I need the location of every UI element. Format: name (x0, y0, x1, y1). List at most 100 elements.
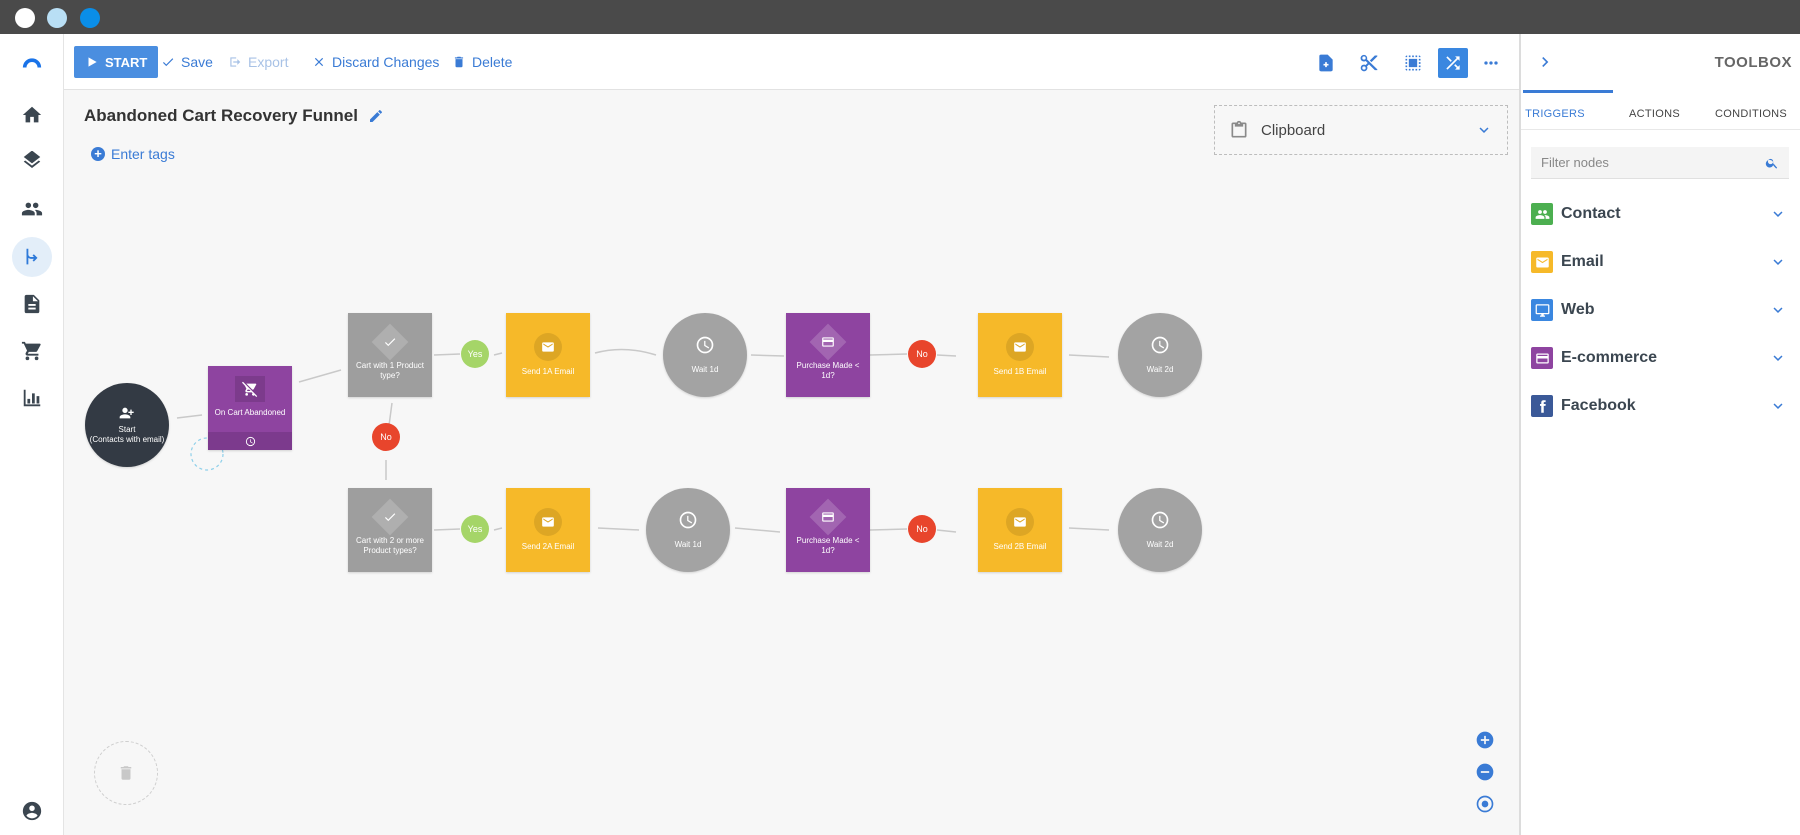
start-label: START (105, 54, 148, 70)
editor-toolbar: START Save Export Discard Changes Delete (64, 34, 1519, 90)
layers-icon[interactable] (12, 142, 52, 182)
start-button[interactable]: START (74, 46, 159, 78)
tab-actions[interactable]: ACTIONS (1629, 108, 1680, 120)
toolbox-header-underline (1523, 90, 1613, 93)
mail-icon (1014, 342, 1026, 352)
tab-conditions[interactable]: CONDITIONS (1715, 108, 1787, 120)
delete-label: Delete (472, 54, 513, 70)
category-email[interactable]: Email (1531, 248, 1787, 276)
filter-nodes-input[interactable] (1541, 155, 1765, 170)
clock-icon (1151, 336, 1169, 354)
wait-node-2-label: Wait 2d (1146, 364, 1174, 374)
add-node-icon[interactable] (1311, 48, 1341, 78)
send-2b-email-label: Send 2B Email (993, 541, 1047, 551)
toolbox-title: TOOLBOX (1714, 54, 1792, 71)
facebook-icon (1531, 395, 1553, 417)
clock-icon (679, 511, 697, 529)
condition-node-1[interactable]: Cart with 1 Product type? (348, 313, 432, 397)
mail-icon (1014, 517, 1026, 527)
category-label: Facebook (1561, 397, 1636, 414)
card-icon (822, 511, 834, 522)
zoom-in-icon[interactable] (1475, 730, 1495, 750)
logo-icon[interactable] (12, 42, 52, 82)
export-button[interactable]: Export (228, 46, 288, 78)
cut-icon[interactable] (1354, 48, 1384, 78)
window-titlebar (0, 0, 1800, 34)
monitor-icon (1531, 299, 1553, 321)
wait-node-4[interactable]: Wait 2d (1118, 488, 1202, 572)
mail-icon (542, 342, 554, 352)
purchase-condition-1-label: Purchase Made < 1d? (796, 360, 860, 380)
center-view-icon[interactable] (1475, 794, 1495, 814)
start-node[interactable]: Start (Contacts with email) (85, 383, 169, 467)
account-icon[interactable] (12, 791, 52, 831)
more-icon[interactable] (1476, 48, 1506, 78)
window-close-button[interactable] (15, 8, 35, 28)
search-icon[interactable] (1765, 156, 1779, 170)
chart-icon[interactable] (12, 378, 52, 418)
category-web[interactable]: Web (1531, 296, 1787, 324)
select-area-icon[interactable] (1398, 48, 1428, 78)
condition-node-2[interactable]: Cart with 2 or more Product types? (348, 488, 432, 572)
wait-node-1[interactable]: Wait 1d (663, 313, 747, 397)
category-label: Web (1561, 301, 1595, 318)
no-badge: No (908, 515, 936, 543)
collapse-toolbox-icon[interactable] (1535, 52, 1555, 72)
discard-label: Discard Changes (332, 54, 440, 70)
clock-icon (696, 336, 714, 354)
close-icon (314, 57, 324, 67)
shuffle-icon[interactable] (1438, 48, 1468, 78)
zoom-out-icon[interactable] (1475, 762, 1495, 782)
people-icon (1531, 203, 1553, 225)
category-ecommerce[interactable]: E-commerce (1531, 344, 1787, 372)
category-contact[interactable]: Contact (1531, 200, 1787, 228)
people-icon[interactable] (12, 189, 52, 229)
purchase-condition-node-2[interactable]: Purchase Made < 1d? (786, 488, 870, 572)
send-2a-email-node[interactable]: Send 2A Email (506, 488, 590, 572)
send-1a-email-node[interactable]: Send 1A Email (506, 313, 590, 397)
chevron-down-icon (1773, 259, 1783, 265)
start-node-label: Start (Contacts with email) (89, 424, 165, 444)
play-icon (88, 57, 97, 67)
left-nav (0, 34, 64, 835)
wait-node-3[interactable]: Wait 1d (646, 488, 730, 572)
condition-node-1-label: Cart with 1 Product type? (355, 360, 425, 380)
toolbox-tabs: TRIGGERS ACTIONS CONDITIONS (1521, 100, 1800, 130)
trash-icon (454, 56, 464, 68)
mail-icon (1531, 251, 1553, 273)
cart-icon[interactable] (12, 331, 52, 371)
home-icon[interactable] (12, 95, 52, 135)
send-2b-email-node[interactable]: Send 2B Email (978, 488, 1062, 572)
purchase-condition-node-1[interactable]: Purchase Made < 1d? (786, 313, 870, 397)
card-icon (822, 336, 834, 347)
connection-edges (176, 348, 1110, 533)
wait-node-4-label: Wait 2d (1146, 539, 1174, 549)
window-maximize-button[interactable] (80, 8, 100, 28)
category-label: Contact (1561, 205, 1621, 222)
wait-node-1-label: Wait 1d (691, 364, 719, 374)
chevron-down-icon (1773, 211, 1783, 217)
check-icon (384, 337, 396, 346)
window-minimize-button[interactable] (47, 8, 67, 28)
no-badge: No (372, 423, 400, 451)
send-1b-email-node[interactable]: Send 1B Email (978, 313, 1062, 397)
send-2a-email-label: Send 2A Email (521, 541, 575, 551)
send-1a-email-label: Send 1A Email (521, 366, 575, 376)
trash-drop-zone[interactable] (94, 741, 158, 805)
cart-abandoned-trigger-node[interactable]: On Cart Abandoned (208, 366, 292, 450)
add-people-icon (119, 407, 134, 418)
send-1b-email-label: Send 1B Email (993, 366, 1047, 376)
remove-cart-icon (242, 381, 258, 397)
document-icon[interactable] (12, 284, 52, 324)
delete-button[interactable]: Delete (452, 46, 512, 78)
discard-changes-button[interactable]: Discard Changes (312, 46, 439, 78)
chevron-down-icon (1773, 307, 1783, 313)
workflow-canvas[interactable]: Abandoned Cart Recovery Funnel + Enter t… (64, 90, 1519, 835)
save-button[interactable]: Save (161, 46, 213, 78)
yes-badge: Yes (461, 340, 489, 368)
wait-node-2[interactable]: Wait 2d (1118, 313, 1202, 397)
category-label: Email (1561, 253, 1604, 270)
tab-triggers[interactable]: TRIGGERS (1525, 108, 1585, 120)
flow-icon[interactable] (12, 237, 52, 277)
category-facebook[interactable]: Facebook (1531, 392, 1787, 420)
